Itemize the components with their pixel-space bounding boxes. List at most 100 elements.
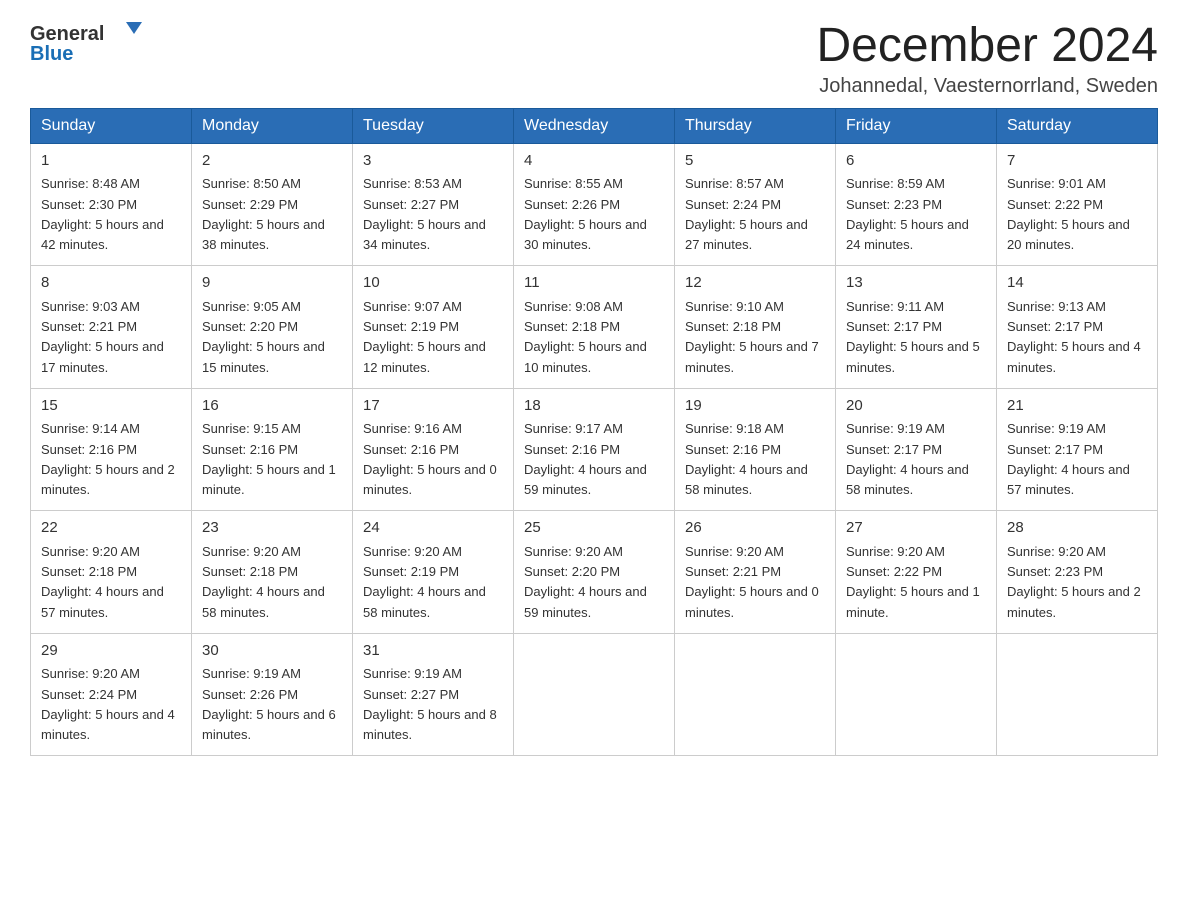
day-info: Sunrise: 9:01 AMSunset: 2:22 PMDaylight:… bbox=[1007, 176, 1130, 252]
calendar-week-row: 15 Sunrise: 9:14 AMSunset: 2:16 PMDaylig… bbox=[31, 388, 1158, 511]
day-number: 27 bbox=[846, 517, 986, 540]
day-info: Sunrise: 9:19 AMSunset: 2:26 PMDaylight:… bbox=[202, 666, 336, 742]
day-number: 5 bbox=[685, 150, 825, 173]
day-info: Sunrise: 8:59 AMSunset: 2:23 PMDaylight:… bbox=[846, 176, 969, 252]
day-info: Sunrise: 9:19 AMSunset: 2:17 PMDaylight:… bbox=[1007, 421, 1130, 497]
calendar-day-cell: 19 Sunrise: 9:18 AMSunset: 2:16 PMDaylig… bbox=[675, 388, 836, 511]
calendar-day-cell: 24 Sunrise: 9:20 AMSunset: 2:19 PMDaylig… bbox=[353, 511, 514, 634]
day-info: Sunrise: 8:50 AMSunset: 2:29 PMDaylight:… bbox=[202, 176, 325, 252]
header-thursday: Thursday bbox=[675, 108, 836, 143]
calendar-week-row: 29 Sunrise: 9:20 AMSunset: 2:24 PMDaylig… bbox=[31, 633, 1158, 756]
day-number: 24 bbox=[363, 517, 503, 540]
day-number: 15 bbox=[41, 395, 181, 418]
day-number: 23 bbox=[202, 517, 342, 540]
day-info: Sunrise: 9:19 AMSunset: 2:17 PMDaylight:… bbox=[846, 421, 969, 497]
calendar-table: Sunday Monday Tuesday Wednesday Thursday… bbox=[30, 108, 1158, 757]
day-info: Sunrise: 9:20 AMSunset: 2:19 PMDaylight:… bbox=[363, 544, 486, 620]
calendar-day-cell: 16 Sunrise: 9:15 AMSunset: 2:16 PMDaylig… bbox=[192, 388, 353, 511]
day-number: 17 bbox=[363, 395, 503, 418]
calendar-week-row: 8 Sunrise: 9:03 AMSunset: 2:21 PMDayligh… bbox=[31, 266, 1158, 389]
calendar-day-cell bbox=[514, 633, 675, 756]
calendar-day-cell: 7 Sunrise: 9:01 AMSunset: 2:22 PMDayligh… bbox=[997, 143, 1158, 266]
weekday-header-row: Sunday Monday Tuesday Wednesday Thursday… bbox=[31, 108, 1158, 143]
day-info: Sunrise: 8:55 AMSunset: 2:26 PMDaylight:… bbox=[524, 176, 647, 252]
calendar-day-cell: 25 Sunrise: 9:20 AMSunset: 2:20 PMDaylig… bbox=[514, 511, 675, 634]
day-number: 29 bbox=[41, 640, 181, 663]
day-info: Sunrise: 9:15 AMSunset: 2:16 PMDaylight:… bbox=[202, 421, 336, 497]
calendar-day-cell: 13 Sunrise: 9:11 AMSunset: 2:17 PMDaylig… bbox=[836, 266, 997, 389]
title-block: December 2024 Johannedal, Vaesternorrlan… bbox=[816, 20, 1158, 98]
calendar-day-cell: 4 Sunrise: 8:55 AMSunset: 2:26 PMDayligh… bbox=[514, 143, 675, 266]
day-number: 8 bbox=[41, 272, 181, 295]
day-info: Sunrise: 9:20 AMSunset: 2:18 PMDaylight:… bbox=[41, 544, 164, 620]
day-number: 9 bbox=[202, 272, 342, 295]
page-title: December 2024 bbox=[816, 20, 1158, 73]
svg-text:Blue: Blue bbox=[30, 43, 73, 65]
logo: General Blue bbox=[30, 20, 150, 65]
calendar-day-cell: 30 Sunrise: 9:19 AMSunset: 2:26 PMDaylig… bbox=[192, 633, 353, 756]
calendar-day-cell: 29 Sunrise: 9:20 AMSunset: 2:24 PMDaylig… bbox=[31, 633, 192, 756]
day-number: 19 bbox=[685, 395, 825, 418]
day-number: 3 bbox=[363, 150, 503, 173]
day-number: 22 bbox=[41, 517, 181, 540]
calendar-day-cell: 12 Sunrise: 9:10 AMSunset: 2:18 PMDaylig… bbox=[675, 266, 836, 389]
day-number: 31 bbox=[363, 640, 503, 663]
day-number: 28 bbox=[1007, 517, 1147, 540]
day-number: 10 bbox=[363, 272, 503, 295]
day-info: Sunrise: 9:20 AMSunset: 2:22 PMDaylight:… bbox=[846, 544, 980, 620]
calendar-day-cell: 1 Sunrise: 8:48 AMSunset: 2:30 PMDayligh… bbox=[31, 143, 192, 266]
day-number: 30 bbox=[202, 640, 342, 663]
day-number: 18 bbox=[524, 395, 664, 418]
day-number: 13 bbox=[846, 272, 986, 295]
calendar-day-cell: 5 Sunrise: 8:57 AMSunset: 2:24 PMDayligh… bbox=[675, 143, 836, 266]
day-info: Sunrise: 9:20 AMSunset: 2:23 PMDaylight:… bbox=[1007, 544, 1141, 620]
svg-text:General: General bbox=[30, 23, 104, 45]
day-number: 14 bbox=[1007, 272, 1147, 295]
calendar-day-cell: 23 Sunrise: 9:20 AMSunset: 2:18 PMDaylig… bbox=[192, 511, 353, 634]
day-number: 20 bbox=[846, 395, 986, 418]
day-info: Sunrise: 9:03 AMSunset: 2:21 PMDaylight:… bbox=[41, 299, 164, 375]
header-tuesday: Tuesday bbox=[353, 108, 514, 143]
day-info: Sunrise: 9:20 AMSunset: 2:21 PMDaylight:… bbox=[685, 544, 819, 620]
calendar-week-row: 1 Sunrise: 8:48 AMSunset: 2:30 PMDayligh… bbox=[31, 143, 1158, 266]
day-number: 2 bbox=[202, 150, 342, 173]
day-info: Sunrise: 9:18 AMSunset: 2:16 PMDaylight:… bbox=[685, 421, 808, 497]
calendar-day-cell: 31 Sunrise: 9:19 AMSunset: 2:27 PMDaylig… bbox=[353, 633, 514, 756]
calendar-day-cell: 22 Sunrise: 9:20 AMSunset: 2:18 PMDaylig… bbox=[31, 511, 192, 634]
day-info: Sunrise: 9:05 AMSunset: 2:20 PMDaylight:… bbox=[202, 299, 325, 375]
day-info: Sunrise: 9:20 AMSunset: 2:20 PMDaylight:… bbox=[524, 544, 647, 620]
day-number: 25 bbox=[524, 517, 664, 540]
day-number: 16 bbox=[202, 395, 342, 418]
calendar-day-cell: 8 Sunrise: 9:03 AMSunset: 2:21 PMDayligh… bbox=[31, 266, 192, 389]
calendar-day-cell: 6 Sunrise: 8:59 AMSunset: 2:23 PMDayligh… bbox=[836, 143, 997, 266]
page-subtitle: Johannedal, Vaesternorrland, Sweden bbox=[816, 75, 1158, 98]
calendar-day-cell: 2 Sunrise: 8:50 AMSunset: 2:29 PMDayligh… bbox=[192, 143, 353, 266]
day-info: Sunrise: 9:10 AMSunset: 2:18 PMDaylight:… bbox=[685, 299, 819, 375]
header-sunday: Sunday bbox=[31, 108, 192, 143]
day-info: Sunrise: 9:20 AMSunset: 2:24 PMDaylight:… bbox=[41, 666, 175, 742]
calendar-day-cell: 15 Sunrise: 9:14 AMSunset: 2:16 PMDaylig… bbox=[31, 388, 192, 511]
day-info: Sunrise: 9:13 AMSunset: 2:17 PMDaylight:… bbox=[1007, 299, 1141, 375]
calendar-day-cell bbox=[997, 633, 1158, 756]
calendar-day-cell: 11 Sunrise: 9:08 AMSunset: 2:18 PMDaylig… bbox=[514, 266, 675, 389]
calendar-day-cell: 26 Sunrise: 9:20 AMSunset: 2:21 PMDaylig… bbox=[675, 511, 836, 634]
calendar-day-cell: 9 Sunrise: 9:05 AMSunset: 2:20 PMDayligh… bbox=[192, 266, 353, 389]
day-info: Sunrise: 8:53 AMSunset: 2:27 PMDaylight:… bbox=[363, 176, 486, 252]
header-saturday: Saturday bbox=[997, 108, 1158, 143]
day-number: 4 bbox=[524, 150, 664, 173]
calendar-day-cell: 10 Sunrise: 9:07 AMSunset: 2:19 PMDaylig… bbox=[353, 266, 514, 389]
calendar-day-cell: 21 Sunrise: 9:19 AMSunset: 2:17 PMDaylig… bbox=[997, 388, 1158, 511]
day-number: 6 bbox=[846, 150, 986, 173]
calendar-day-cell: 18 Sunrise: 9:17 AMSunset: 2:16 PMDaylig… bbox=[514, 388, 675, 511]
day-number: 12 bbox=[685, 272, 825, 295]
calendar-day-cell bbox=[675, 633, 836, 756]
day-info: Sunrise: 8:57 AMSunset: 2:24 PMDaylight:… bbox=[685, 176, 808, 252]
logo-icon: General Blue bbox=[30, 20, 150, 65]
header-monday: Monday bbox=[192, 108, 353, 143]
day-number: 1 bbox=[41, 150, 181, 173]
day-number: 26 bbox=[685, 517, 825, 540]
calendar-day-cell: 20 Sunrise: 9:19 AMSunset: 2:17 PMDaylig… bbox=[836, 388, 997, 511]
calendar-day-cell bbox=[836, 633, 997, 756]
day-number: 11 bbox=[524, 272, 664, 295]
day-info: Sunrise: 9:19 AMSunset: 2:27 PMDaylight:… bbox=[363, 666, 497, 742]
